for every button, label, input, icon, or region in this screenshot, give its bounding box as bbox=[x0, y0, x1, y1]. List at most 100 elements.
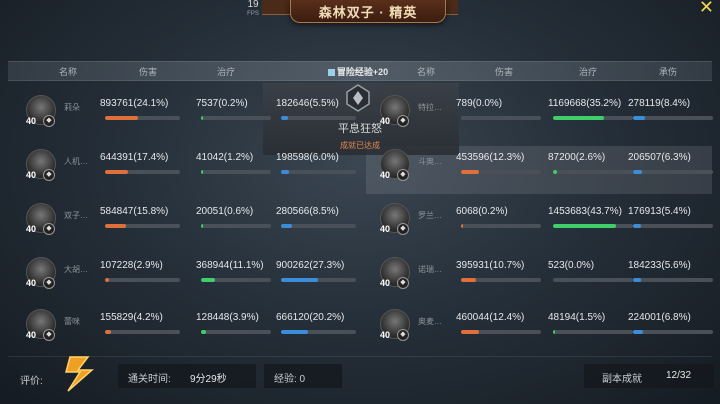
damage-taken-bar bbox=[633, 224, 713, 228]
damage-taken-bar bbox=[281, 170, 356, 174]
heal-bar bbox=[553, 116, 633, 120]
player-level: 40 bbox=[380, 170, 391, 180]
player-level: 40 bbox=[380, 116, 391, 126]
damage-taken-bar bbox=[633, 170, 713, 174]
heal-value: 48194(1.5%) bbox=[548, 312, 606, 323]
heal-bar bbox=[553, 170, 633, 174]
damage-bar bbox=[461, 278, 541, 282]
heal-value: 20051(0.6%) bbox=[196, 206, 254, 217]
damage-value: 6068(0.2%) bbox=[456, 206, 508, 217]
heal-bar bbox=[201, 170, 271, 174]
damage-bar bbox=[461, 116, 541, 120]
dungeon-title-banner: 森林双子 · 精英 bbox=[290, 0, 446, 23]
player-name: 莉朵 bbox=[64, 103, 80, 112]
player-name: 罗兰… bbox=[418, 211, 442, 220]
header-heal-left: 治疗 bbox=[216, 67, 235, 77]
damage-value: 107228(2.9%) bbox=[100, 260, 163, 271]
header-damage-right: 伤害 bbox=[494, 67, 513, 77]
class-icon: ◆ bbox=[43, 329, 55, 341]
heal-bar bbox=[553, 278, 633, 282]
player-level: 40 bbox=[26, 116, 37, 126]
class-icon: ◆ bbox=[397, 277, 409, 289]
damage-taken-bar-fill bbox=[281, 224, 293, 228]
heal-bar bbox=[553, 330, 633, 334]
class-icon: ◆ bbox=[397, 329, 409, 341]
damage-value: 644391(17.4%) bbox=[100, 152, 169, 163]
damage-taken-bar-fill bbox=[281, 170, 290, 174]
class-icon: ◆ bbox=[43, 169, 55, 181]
damage-taken-value: 206507(6.3%) bbox=[628, 152, 691, 163]
heal-bar-fill bbox=[553, 170, 557, 174]
heal-value: 1453683(43.7%) bbox=[548, 206, 622, 217]
damage-bar-fill bbox=[461, 224, 464, 228]
heal-bar-fill bbox=[553, 224, 616, 228]
damage-taken-value: 198598(6.0%) bbox=[276, 152, 339, 163]
class-icon: ◆ bbox=[43, 277, 55, 289]
heal-value: 87200(2.6%) bbox=[548, 152, 606, 163]
xp-label: 冒险经验+20 bbox=[336, 67, 389, 77]
class-icon: ◆ bbox=[397, 115, 409, 127]
player-name: 诺瑞… bbox=[418, 265, 442, 274]
damage-taken-bar-fill bbox=[281, 116, 289, 120]
damage-bar bbox=[105, 330, 180, 334]
player-level: 40 bbox=[26, 170, 37, 180]
damage-taken-bar-fill bbox=[281, 330, 309, 334]
player-name: 大胡… bbox=[64, 265, 88, 274]
xp-icon bbox=[327, 69, 335, 77]
damage-bar-fill bbox=[105, 170, 129, 174]
heal-bar-fill bbox=[201, 170, 204, 174]
class-icon: ◆ bbox=[43, 223, 55, 235]
heal-bar-fill bbox=[201, 224, 204, 228]
player-level: 40 bbox=[26, 278, 37, 288]
header-taken-right: 承伤 bbox=[658, 67, 677, 77]
clear-time-label: 通关时间: bbox=[128, 374, 171, 385]
achievement-subtitle: 成就已达成 bbox=[340, 141, 380, 150]
rating-grade-s-icon bbox=[65, 356, 94, 392]
damage-taken-value: 182646(5.5%) bbox=[276, 98, 339, 109]
heal-value: 1169668(35.2%) bbox=[548, 98, 622, 109]
damage-bar-fill bbox=[105, 330, 111, 334]
achievement-progress-box[interactable]: 副本成就 12/32 bbox=[584, 364, 714, 388]
damage-taken-value: 278119(8.4%) bbox=[628, 98, 691, 109]
player-level: 40 bbox=[380, 224, 391, 234]
damage-bar bbox=[461, 170, 541, 174]
header-heal-right: 治疗 bbox=[578, 67, 597, 77]
damage-bar bbox=[105, 170, 180, 174]
player-level: 40 bbox=[380, 278, 391, 288]
damage-bar bbox=[105, 224, 180, 228]
rating-label: 评价: bbox=[20, 376, 43, 387]
heal-bar bbox=[553, 224, 633, 228]
player-level: 40 bbox=[26, 224, 37, 234]
footer-divider bbox=[8, 356, 712, 357]
damage-taken-bar-fill bbox=[633, 116, 646, 120]
heal-bar-fill bbox=[553, 116, 604, 120]
player-name: 特拉… bbox=[418, 103, 442, 112]
heal-bar bbox=[201, 278, 271, 282]
title-wing-left bbox=[262, 0, 292, 15]
close-icon[interactable]: ✕ bbox=[699, 0, 714, 18]
exp-box: 经验: 0 bbox=[264, 364, 342, 388]
damage-taken-bar bbox=[281, 330, 356, 334]
heal-bar-fill bbox=[201, 330, 206, 334]
damage-taken-bar-fill bbox=[281, 278, 318, 282]
damage-taken-bar bbox=[633, 278, 713, 282]
damage-bar-fill bbox=[461, 330, 479, 334]
damage-bar bbox=[461, 330, 541, 334]
damage-taken-value: 900262(27.3%) bbox=[276, 260, 345, 271]
heal-bar bbox=[201, 330, 271, 334]
damage-value: 584847(15.8%) bbox=[100, 206, 169, 217]
class-icon: ◆ bbox=[43, 115, 55, 127]
damage-value: 460044(12.4%) bbox=[456, 312, 525, 323]
damage-value: 395931(10.7%) bbox=[456, 260, 525, 271]
damage-bar bbox=[105, 278, 180, 282]
damage-taken-bar-fill bbox=[633, 330, 643, 334]
player-name: 蕾咪 bbox=[64, 317, 80, 326]
damage-taken-bar-fill bbox=[633, 278, 642, 282]
heal-bar-fill bbox=[553, 330, 556, 334]
class-icon: ◆ bbox=[397, 169, 409, 181]
damage-value: 155829(4.2%) bbox=[100, 312, 163, 323]
player-name: 人机… bbox=[64, 157, 88, 166]
heal-value: 7537(0.2%) bbox=[196, 98, 248, 109]
stats-header: 名称 伤害 治疗 冒险经验+20 名称 伤害 治疗 承伤 bbox=[8, 61, 712, 81]
heal-bar-fill bbox=[201, 278, 215, 282]
